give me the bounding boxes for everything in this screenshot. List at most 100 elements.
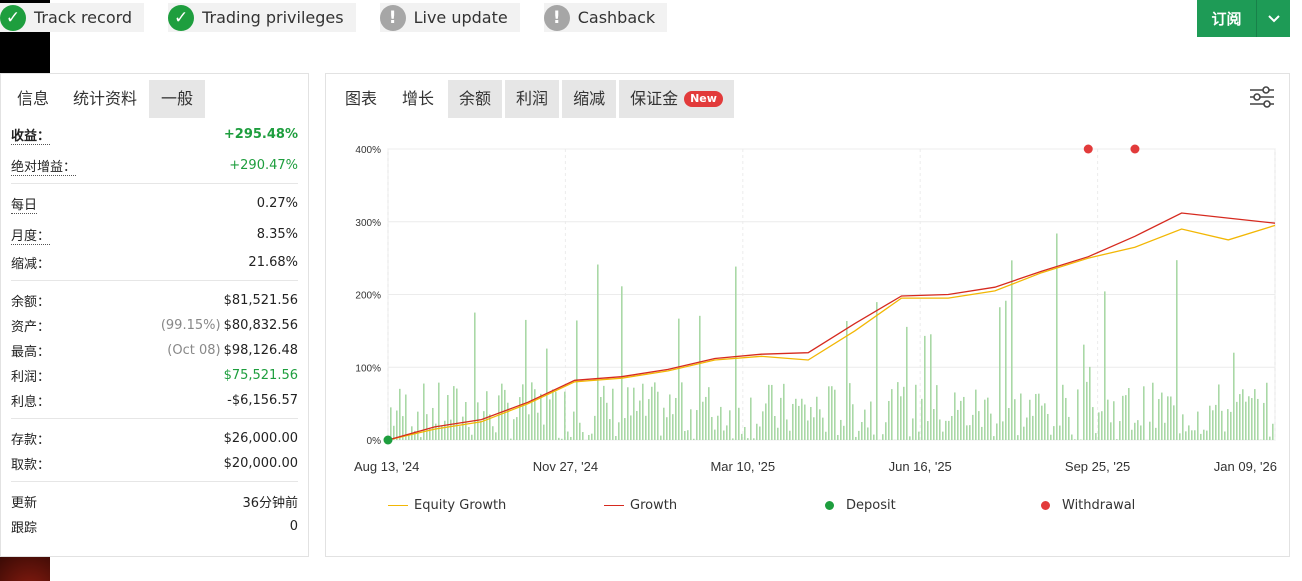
volume-bar	[999, 307, 1001, 440]
volume-bar	[720, 406, 722, 440]
volume-bar	[570, 436, 572, 440]
volume-bar	[888, 400, 890, 440]
volume-bar	[912, 418, 914, 440]
divider	[11, 481, 298, 482]
chevron-down-icon[interactable]	[1256, 0, 1290, 37]
volume-bar	[807, 420, 809, 440]
tab-balance[interactable]: 余额	[448, 80, 503, 118]
volume-bar	[1092, 407, 1094, 440]
stat-label[interactable]: 月度：	[11, 225, 51, 245]
volume-bar	[900, 396, 902, 440]
stat-value: 0.27%	[256, 196, 298, 211]
volume-bar	[600, 396, 602, 440]
volume-bar	[450, 419, 452, 440]
stat-label[interactable]: 每日	[11, 194, 38, 214]
volume-bar	[465, 402, 467, 440]
volume-bar	[906, 326, 908, 440]
volume-bar	[1125, 395, 1127, 440]
volume-bar	[867, 427, 869, 440]
badge-live-update[interactable]: ! Live update	[379, 3, 520, 32]
volume-bar	[1023, 426, 1025, 440]
stat-value: 8.35%	[256, 227, 298, 242]
volume-bar	[741, 433, 743, 440]
tab-growth[interactable]: 增长	[391, 80, 446, 118]
volume-bar	[828, 386, 830, 440]
badge-track-record[interactable]: ✓ Track record	[0, 3, 145, 32]
legend-growth[interactable]: Growth	[604, 498, 677, 513]
volume-bar	[876, 302, 878, 440]
volume-bar	[816, 396, 818, 440]
badge-cashback[interactable]: ! Cashback	[543, 3, 668, 32]
volume-bar	[516, 417, 518, 440]
badge-trading-privileges[interactable]: ✓ Trading privileges	[168, 3, 356, 32]
volume-bar	[1008, 408, 1010, 440]
volume-bar	[669, 394, 671, 440]
legend-deposit[interactable]: Deposit	[825, 498, 896, 513]
volume-bar	[825, 431, 827, 440]
new-badge: New	[684, 91, 723, 107]
tab-info[interactable]: 信息	[5, 80, 61, 118]
stat-label[interactable]: 收益：	[11, 125, 51, 145]
tab-margin[interactable]: 保证金 New	[619, 80, 734, 118]
growth-chart: 0% 100% 200% 300% 400% Aug 13, '24 Nov 27, '24…	[326, 124, 1289, 554]
volume-bar	[1203, 429, 1205, 440]
volume-bar	[1071, 434, 1073, 440]
volume-bar	[1074, 439, 1076, 440]
volume-bar	[852, 404, 854, 440]
volume-bar	[1140, 425, 1142, 440]
legend-dot	[1041, 501, 1050, 510]
x-tick-label: Aug 13, '24	[354, 459, 419, 474]
volume-bar	[810, 406, 812, 440]
volume-bar	[663, 407, 665, 440]
volume-bar	[462, 416, 464, 440]
divider	[11, 280, 298, 281]
stat-label: 缩减：	[11, 257, 51, 272]
volume-bar	[609, 419, 611, 440]
volume-bar	[1047, 413, 1049, 440]
chart-legend: Equity Growth Growth Deposit Withdrawal	[326, 498, 1289, 518]
volume-bar	[1122, 395, 1124, 440]
stat-value: $26,000.00	[223, 431, 298, 446]
volume-bar	[903, 386, 905, 440]
stat-value: +290.47%	[229, 158, 298, 173]
tab-drawdown[interactable]: 缩减	[562, 80, 617, 118]
volume-bar	[813, 417, 815, 440]
volume-bar	[555, 391, 557, 440]
legend-label: Growth	[630, 498, 678, 513]
x-tick-label: Jan 09, '26	[1214, 459, 1277, 474]
sliders-icon[interactable]	[1249, 86, 1275, 108]
volume-bar	[498, 395, 500, 440]
volume-bar	[858, 430, 860, 440]
volume-bar	[921, 398, 923, 440]
badge-label: Trading privileges	[202, 8, 344, 27]
volume-bar	[996, 423, 998, 440]
subscribe-button[interactable]: 订阅	[1197, 0, 1290, 37]
stat-monthly: 月度： 8.35%	[11, 222, 298, 247]
volume-bar	[777, 427, 779, 440]
stat-label[interactable]: 绝对增益：	[11, 156, 77, 176]
tab-statistics[interactable]: 统计资料	[61, 80, 150, 118]
volume-bar	[1134, 422, 1136, 440]
volume-bar	[459, 426, 461, 440]
volume-bar	[1266, 382, 1268, 440]
tab-profit[interactable]: 利润	[505, 80, 560, 118]
volume-bar	[1212, 410, 1214, 440]
legend-label: Equity Growth	[414, 498, 507, 513]
stat-label: 更新	[11, 496, 38, 511]
y-tick-label: 400%	[355, 145, 381, 156]
volume-bar	[1038, 393, 1040, 440]
legend-label: Deposit	[846, 498, 896, 513]
volume-bar	[981, 426, 983, 440]
volume-bar	[675, 397, 677, 440]
volume-bar	[927, 421, 929, 440]
legend-withdrawal[interactable]: Withdrawal	[1041, 498, 1135, 513]
legend-equity-growth[interactable]: Equity Growth	[388, 498, 506, 513]
tab-general[interactable]: 一般	[149, 80, 206, 118]
volume-bar	[768, 384, 770, 440]
volume-bar	[405, 394, 407, 440]
tab-chart[interactable]: 图表	[334, 80, 388, 118]
volume-bar	[543, 424, 545, 440]
volume-bar	[1272, 423, 1274, 440]
stat-value: (Oct 08) $98,126.48	[167, 343, 298, 358]
volume-bar	[612, 388, 614, 440]
